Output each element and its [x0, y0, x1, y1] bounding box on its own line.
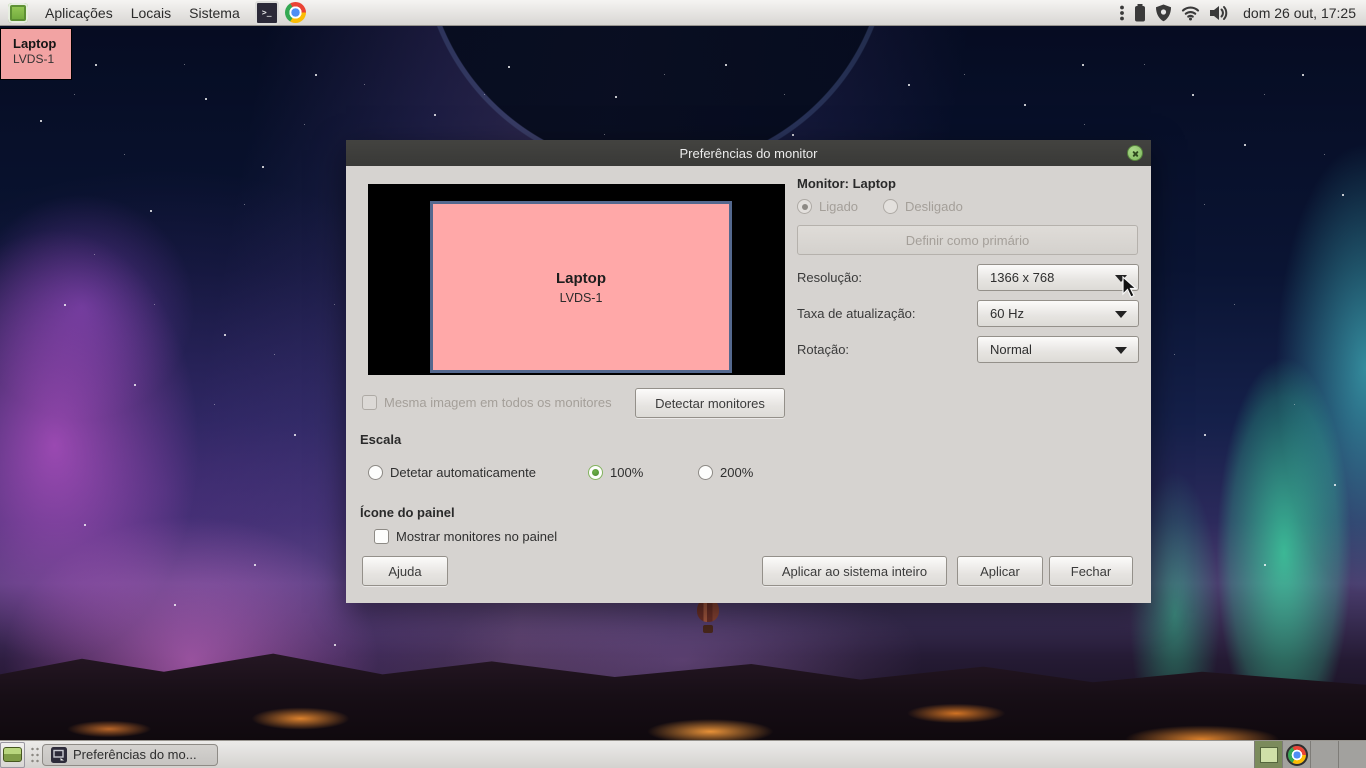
rotation-value: Normal	[990, 342, 1032, 357]
close-window-icon[interactable]	[1127, 145, 1143, 161]
apply-systemwide-button[interactable]: Aplicar ao sistema inteiro	[762, 556, 947, 586]
refresh-rate-dropdown[interactable]: 60 Hz	[977, 300, 1139, 327]
dialog-title: Preferências do monitor	[679, 146, 817, 161]
scale-200-radio-icon[interactable]	[698, 465, 713, 480]
apply-button[interactable]: Aplicar	[957, 556, 1043, 586]
menu-system[interactable]: Sistema	[180, 2, 249, 24]
osd-monitor-port: LVDS-1	[13, 52, 71, 66]
show-desktop-button[interactable]	[0, 742, 25, 768]
scale-100-radio[interactable]: 100%	[588, 465, 643, 480]
menu-places[interactable]: Locais	[122, 2, 180, 24]
radio-on-icon	[797, 199, 812, 214]
panel-icon-heading: Ícone do painel	[360, 505, 455, 520]
monitor-section-heading: Monitor: Laptop	[797, 176, 896, 191]
browser-launcher-icon[interactable]	[285, 2, 306, 23]
show-monitors-checkbox-icon[interactable]	[374, 529, 389, 544]
top-panel: Aplicações Locais Sistema >_ dom 26 out,…	[0, 0, 1366, 26]
monitor-osd-label: Laptop LVDS-1	[0, 28, 72, 80]
workspace-1[interactable]	[1254, 741, 1282, 768]
radio-on-label: Ligado	[819, 199, 858, 214]
mirror-checkbox-icon	[362, 395, 377, 410]
bottom-panel: Preferências do mo...	[0, 740, 1366, 768]
resolution-dropdown[interactable]: 1366 x 768	[977, 264, 1139, 291]
workspace-switcher	[1254, 741, 1366, 768]
scale-auto-radio[interactable]: Detetar automaticamente	[368, 465, 536, 480]
desktop: Aplicações Locais Sistema >_ dom 26 out,…	[0, 0, 1366, 768]
refresh-rate-label: Taxa de atualização:	[797, 306, 916, 321]
workspace-4[interactable]	[1338, 741, 1366, 768]
chevron-down-icon	[1115, 311, 1127, 318]
scale-100-radio-icon[interactable]	[588, 465, 603, 480]
scale-heading: Escala	[360, 432, 401, 447]
chevron-down-icon	[1115, 347, 1127, 354]
resolution-value: 1366 x 768	[990, 270, 1054, 285]
radio-on: Ligado	[797, 199, 858, 214]
mirror-checkbox-row: Mesma imagem em todos os monitores	[362, 395, 612, 410]
close-button[interactable]: Fechar	[1049, 556, 1133, 586]
show-monitors-checkbox-row[interactable]: Mostrar monitores no painel	[374, 529, 557, 544]
mint-menu-icon[interactable]	[8, 3, 28, 23]
mouse-cursor	[1122, 276, 1142, 300]
panel-drag-handle[interactable]	[30, 746, 39, 764]
osd-monitor-name: Laptop	[13, 36, 71, 51]
preview-monitor-name: Laptop	[556, 270, 606, 287]
radio-off: Desligado	[883, 199, 963, 214]
clock[interactable]: dom 26 out, 17:25	[1243, 5, 1356, 21]
hot-air-balloon	[696, 598, 720, 634]
scale-200-label: 200%	[720, 465, 753, 480]
rotation-label: Rotação:	[797, 342, 849, 357]
workspace-2[interactable]	[1282, 741, 1310, 768]
show-desktop-icon	[3, 747, 22, 762]
resolution-label: Resolução:	[797, 270, 862, 285]
monitor-preview-area: Laptop LVDS-1	[368, 184, 785, 375]
detect-monitors-button[interactable]: Detectar monitores	[635, 388, 785, 418]
radio-off-label: Desligado	[905, 199, 963, 214]
dialog-titlebar[interactable]: Preferências do monitor	[346, 140, 1151, 166]
radio-off-icon	[883, 199, 898, 214]
battery-icon[interactable]	[1134, 4, 1146, 22]
menu-applications[interactable]: Aplicações	[36, 2, 122, 24]
monitor-preview-rect[interactable]: Laptop LVDS-1	[430, 201, 732, 373]
mirror-checkbox-label: Mesma imagem em todos os monitores	[384, 395, 612, 410]
workspace-3[interactable]	[1310, 741, 1338, 768]
volume-icon[interactable]	[1209, 5, 1230, 21]
set-primary-button: Definir como primário	[797, 225, 1138, 255]
scale-100-label: 100%	[610, 465, 643, 480]
window-icon	[51, 747, 67, 763]
workspace-window-thumb	[1260, 747, 1278, 763]
indicator-kebab-icon[interactable]	[1119, 4, 1125, 22]
scale-auto-label: Detetar automaticamente	[390, 465, 536, 480]
scale-200-radio[interactable]: 200%	[698, 465, 753, 480]
rotation-dropdown[interactable]: Normal	[977, 336, 1139, 363]
workspace-chrome-thumb-icon	[1288, 746, 1306, 764]
wifi-icon[interactable]	[1181, 5, 1200, 21]
taskbar-window-button[interactable]: Preferências do mo...	[42, 744, 218, 766]
taskbar-window-title: Preferências do mo...	[73, 747, 197, 762]
system-tray: dom 26 out, 17:25	[1119, 4, 1360, 22]
refresh-rate-value: 60 Hz	[990, 306, 1024, 321]
help-button[interactable]: Ajuda	[362, 556, 448, 586]
preview-monitor-port: LVDS-1	[560, 291, 603, 305]
terminal-launcher-icon[interactable]: >_	[255, 1, 279, 25]
shield-security-icon[interactable]	[1155, 4, 1172, 22]
monitor-preferences-dialog: Preferências do monitor Laptop LVDS-1 Mo…	[346, 140, 1151, 603]
scale-auto-radio-icon[interactable]	[368, 465, 383, 480]
show-monitors-checkbox-label: Mostrar monitores no painel	[396, 529, 557, 544]
